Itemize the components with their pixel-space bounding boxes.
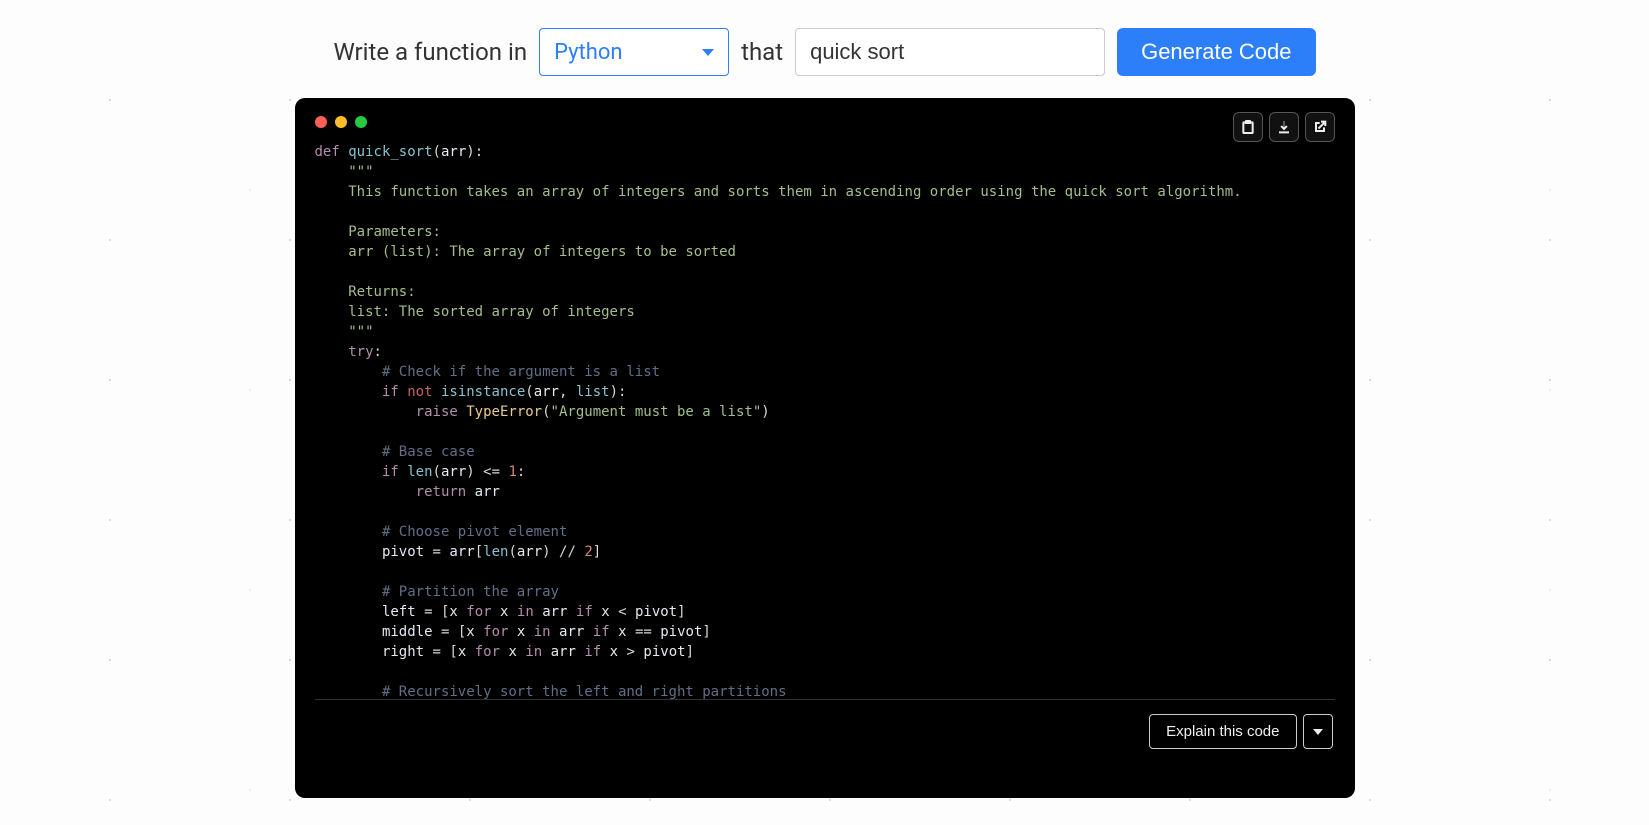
explain-row: Explain this code [315,714,1335,749]
download-button[interactable] [1269,112,1299,142]
maximize-icon[interactable] [355,116,367,128]
download-icon [1276,119,1292,135]
explain-code-button[interactable]: Explain this code [1149,714,1296,749]
task-input[interactable] [795,28,1105,76]
code-block: def quick_sort(arr): """ This function t… [315,142,1329,700]
code-scroll[interactable]: def quick_sort(arr): """ This function t… [315,142,1335,700]
generate-code-button[interactable]: Generate Code [1117,28,1315,76]
chevron-down-icon [702,49,714,56]
prompt-row: Write a function in Python that Generate… [295,28,1355,76]
terminal-actions [1233,112,1335,142]
language-select-value: Python [554,40,622,65]
open-external-button[interactable] [1305,112,1335,142]
clipboard-icon [1240,119,1256,135]
language-select[interactable]: Python [539,28,729,76]
external-link-icon [1312,119,1328,135]
window-controls [315,116,1335,128]
chevron-down-icon [1313,729,1323,735]
close-icon[interactable] [315,116,327,128]
copy-button[interactable] [1233,112,1263,142]
code-terminal: def quick_sort(arr): """ This function t… [295,98,1355,798]
explain-dropdown-button[interactable] [1303,714,1333,749]
prompt-middle: that [741,38,783,66]
minimize-icon[interactable] [335,116,347,128]
prompt-prefix: Write a function in [333,38,527,66]
